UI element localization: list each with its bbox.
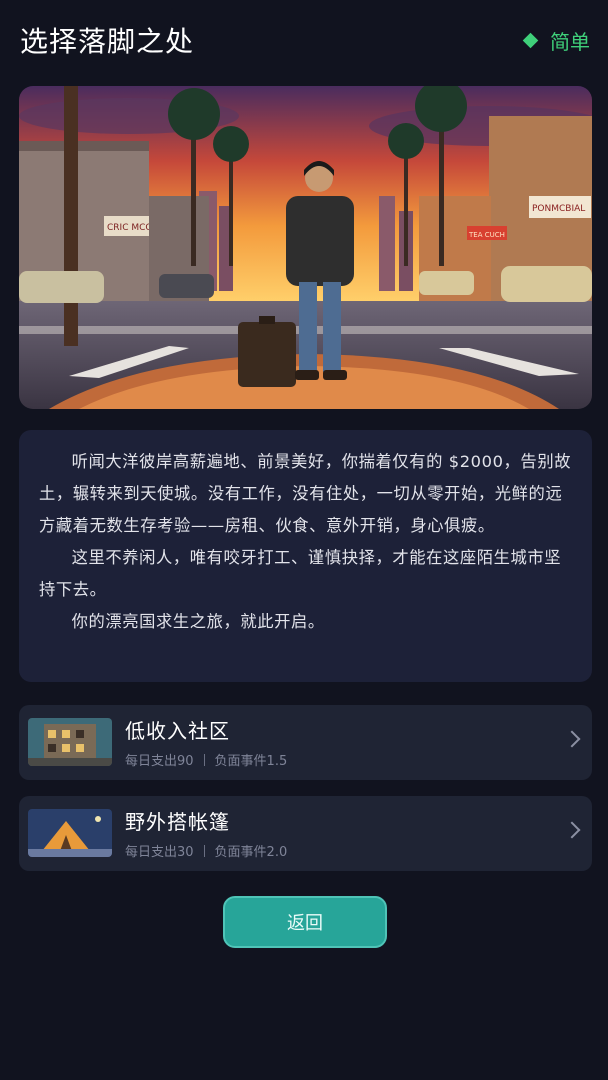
story-panel: 听闻大洋彼岸高薪遍地、前景美好，你揣着仅有的 $2000，告别故土，辗转来到天使… (19, 430, 592, 682)
difficulty-badge[interactable]: 简单 (522, 26, 590, 55)
event-factor: 负面事件2.0 (214, 845, 288, 860)
diamond-icon (522, 32, 539, 49)
difficulty-label: 简单 (550, 30, 590, 54)
daily-cost: 每日支出90 (125, 754, 194, 769)
chevron-right-icon (563, 730, 581, 748)
city-street-scene: CRIC MCOY PONMCBIAL TEA CUCH (19, 86, 592, 409)
back-button[interactable]: 返回 (223, 896, 387, 948)
header: 选择落脚之处 简单 (0, 0, 608, 84)
meta-divider (203, 844, 205, 857)
chevron-right-icon (563, 821, 581, 839)
story-paragraph: 这里不养闲人，唯有咬牙打工、谨慎抉择，才能在这座陌生城市坚持下去。 (39, 548, 562, 599)
shop-sign-right: PONMCBIAL (532, 204, 585, 214)
event-factor: 负面事件1.5 (214, 754, 288, 769)
option-meta: 每日支出90 负面事件1.5 (125, 750, 287, 769)
shop-sign-mid: TEA CUCH (468, 231, 505, 239)
option-title: 野外搭帐篷 (125, 810, 230, 834)
story-paragraph: 你的漂亮国求生之旅，就此开启。 (71, 612, 325, 631)
daily-cost: 每日支出30 (125, 845, 194, 860)
tent-thumbnail-icon (28, 809, 112, 857)
option-low-income-community[interactable]: 低收入社区 每日支出90 负面事件1.5 (19, 705, 592, 780)
option-camping-tent[interactable]: 野外搭帐篷 每日支出30 负面事件2.0 (19, 796, 592, 871)
meta-divider (203, 753, 205, 766)
apartment-thumbnail-icon (28, 718, 112, 766)
page-title: 选择落脚之处 (20, 25, 195, 58)
story-paragraph: 听闻大洋彼岸高薪遍地、前景美好，你揣着仅有的 $2000，告别故土，辗转来到天使… (39, 452, 572, 535)
option-title: 低收入社区 (125, 719, 230, 743)
option-meta: 每日支出30 负面事件2.0 (125, 841, 287, 860)
hero-illustration: CRIC MCOY PONMCBIAL TEA CUCH (19, 86, 592, 409)
